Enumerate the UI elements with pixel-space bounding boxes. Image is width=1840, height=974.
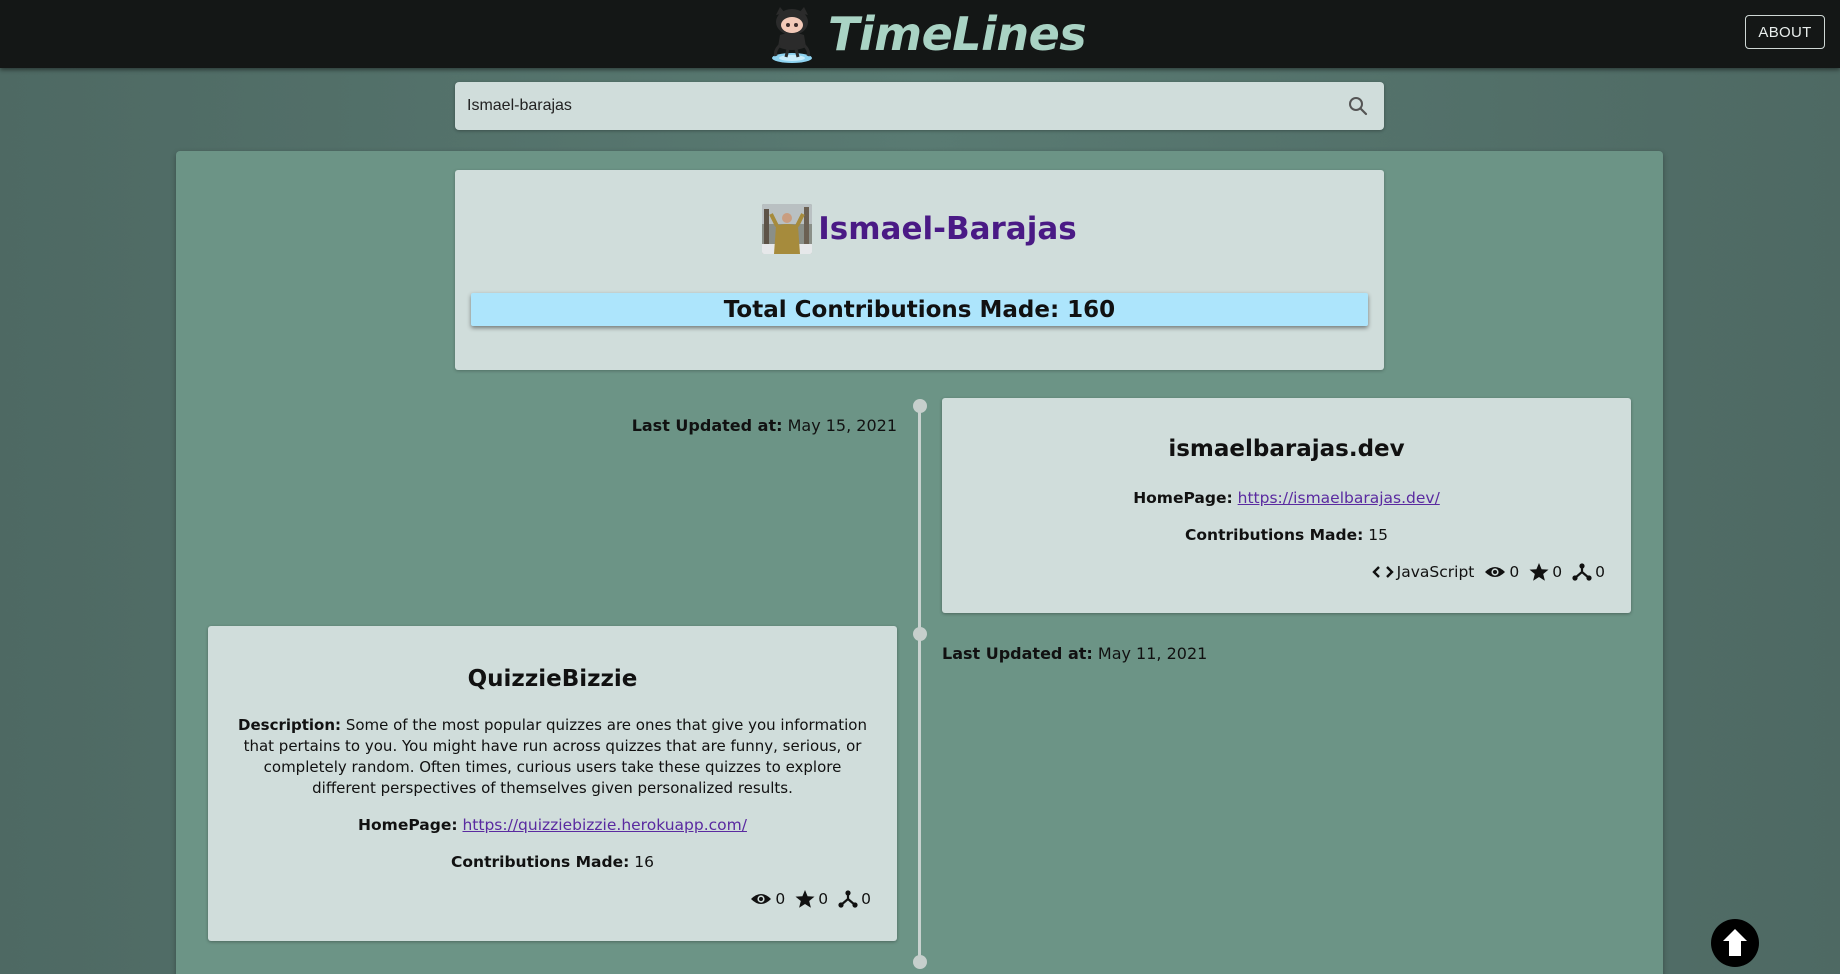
forks-stat: 0 bbox=[1572, 563, 1605, 581]
forks-stat: 0 bbox=[838, 890, 871, 908]
last-updated-value: May 15, 2021 bbox=[787, 416, 897, 435]
last-updated: Last Updated at: May 15, 2021 bbox=[632, 416, 897, 435]
forks-count: 0 bbox=[861, 890, 871, 908]
app-title: TimeLines bbox=[828, 7, 1087, 61]
repo-stats: JavaScript 0 0 0 bbox=[1371, 563, 1605, 581]
profile-card: Ismael-Barajas Total Contributions Made:… bbox=[455, 170, 1384, 370]
top-navbar: TimeLines ABOUT bbox=[0, 0, 1840, 68]
repo-description: Description: Some of the most popular qu… bbox=[234, 715, 871, 799]
language-stat: JavaScript bbox=[1371, 563, 1475, 581]
repo-contributions: Contributions Made: 16 bbox=[208, 853, 897, 871]
star-icon bbox=[795, 890, 815, 908]
about-button[interactable]: ABOUT bbox=[1745, 15, 1825, 49]
timeline-dot bbox=[913, 627, 927, 641]
back-to-top-button[interactable] bbox=[1711, 919, 1759, 967]
repo-contributions: Contributions Made: 15 bbox=[942, 526, 1631, 544]
watchers-stat: 0 bbox=[1484, 563, 1519, 581]
username[interactable]: Ismael-Barajas bbox=[818, 211, 1076, 247]
repo-homepage: HomePage: https://ismaelbarajas.dev/ bbox=[942, 489, 1631, 507]
homepage-link[interactable]: https://ismaelbarajas.dev/ bbox=[1238, 489, 1440, 507]
repo-homepage: HomePage: https://quizziebizzie.herokuap… bbox=[208, 816, 897, 834]
contributions-value: 15 bbox=[1368, 526, 1388, 544]
fork-icon bbox=[838, 890, 858, 908]
repo-card: QuizzieBizzie Description: Some of the m… bbox=[208, 626, 897, 941]
last-updated-label: Last Updated at: bbox=[631, 416, 783, 435]
total-contributions: Total Contributions Made: 160 bbox=[471, 293, 1368, 326]
fork-icon bbox=[1572, 563, 1592, 581]
stars-stat: 0 bbox=[795, 890, 828, 908]
last-updated: Last Updated at: May 11, 2021 bbox=[942, 644, 1207, 663]
stars-stat: 0 bbox=[1529, 563, 1562, 581]
watchers-stat: 0 bbox=[750, 890, 785, 908]
homepage-label: HomePage: bbox=[1133, 489, 1233, 507]
timeline-dot bbox=[913, 955, 927, 969]
language-label: JavaScript bbox=[1396, 563, 1475, 581]
star-icon bbox=[1529, 563, 1549, 581]
code-icon bbox=[1371, 566, 1394, 578]
arrow-up-icon bbox=[1723, 929, 1747, 956]
timeline-dot bbox=[913, 399, 927, 413]
last-updated-value: May 11, 2021 bbox=[1097, 644, 1208, 663]
watchers-count: 0 bbox=[775, 890, 786, 908]
contributions-label: Contributions Made: bbox=[1185, 526, 1364, 544]
description-label: Description: bbox=[238, 716, 342, 734]
watchers-count: 0 bbox=[1509, 563, 1520, 581]
homepage-link[interactable]: https://quizziebizzie.herokuapp.com/ bbox=[462, 816, 746, 834]
search-bar bbox=[455, 82, 1384, 130]
repo-card: ismaelbarajas.dev HomePage: https://isma… bbox=[942, 398, 1631, 613]
eye-icon bbox=[751, 894, 772, 904]
stars-count: 0 bbox=[818, 890, 829, 908]
homepage-label: HomePage: bbox=[358, 816, 458, 834]
profile-header: Ismael-Barajas bbox=[455, 204, 1384, 254]
last-updated-label: Last Updated at: bbox=[942, 644, 1093, 663]
repo-title: QuizzieBizzie bbox=[467, 666, 638, 692]
search-input[interactable] bbox=[455, 82, 1346, 130]
brand[interactable]: TimeLines bbox=[764, 0, 1087, 68]
timeline-line bbox=[918, 405, 921, 962]
contributions-label: Contributions Made: bbox=[451, 853, 630, 871]
repo-title: ismaelbarajas.dev bbox=[1168, 436, 1405, 462]
eye-icon bbox=[1485, 567, 1506, 577]
contributions-value: 16 bbox=[634, 853, 654, 871]
forks-count: 0 bbox=[1595, 563, 1605, 581]
search-icon[interactable] bbox=[1346, 94, 1370, 118]
repo-stats: 0 0 0 bbox=[740, 890, 871, 908]
stars-count: 0 bbox=[1552, 563, 1563, 581]
avatar bbox=[762, 204, 813, 254]
octocat-logo-icon bbox=[772, 7, 812, 63]
